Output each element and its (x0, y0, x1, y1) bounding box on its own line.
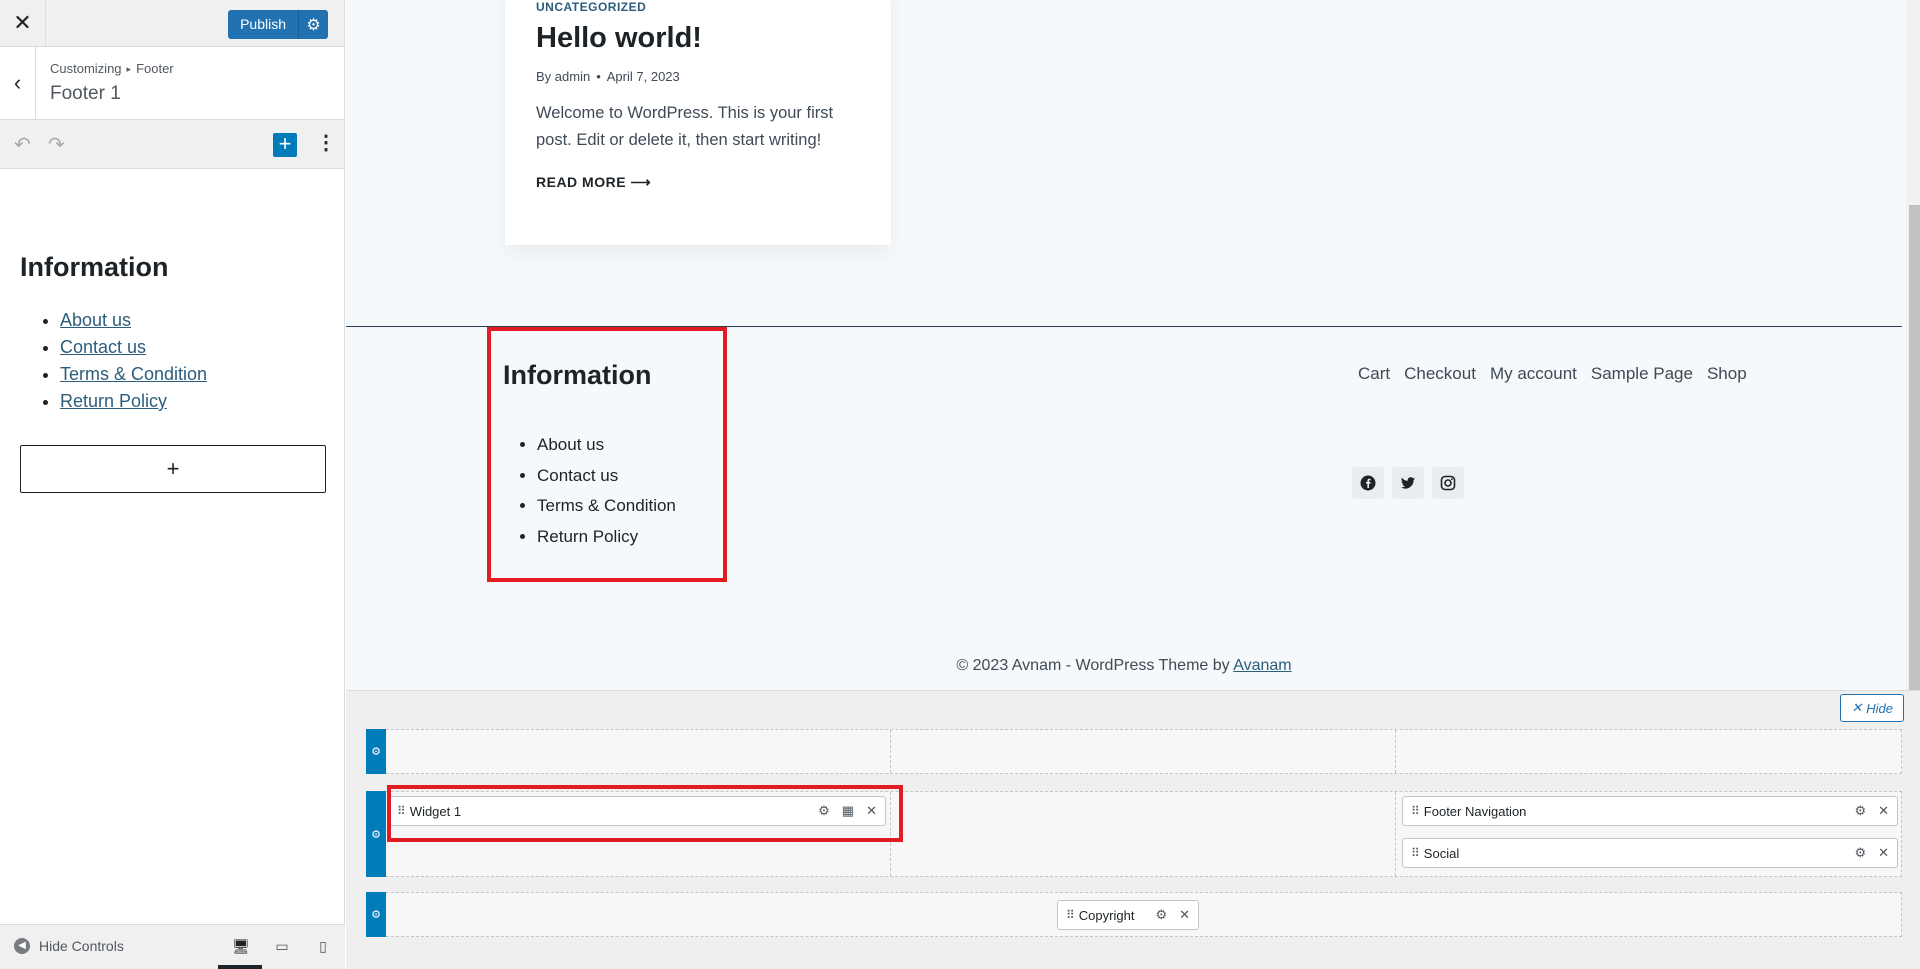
post-category[interactable]: UNCATEGORIZED (536, 0, 860, 14)
builder-item-label: Social (1423, 845, 1460, 861)
breadcrumb-separator: ▸ (126, 64, 132, 74)
instagram-icon[interactable] (1432, 467, 1464, 499)
widget-link[interactable]: Terms & Condition (60, 364, 207, 384)
list-item[interactable]: Return Policy (60, 388, 324, 415)
footer-copyright: © 2023 Avnam - WordPress Theme by Avanam (346, 657, 1902, 675)
close-icon[interactable]: ✕ (0, 0, 46, 46)
footer-nav-item[interactable]: Cart (1358, 364, 1390, 384)
widget-link[interactable]: Return Policy (60, 391, 167, 411)
row-settings-gear-icon[interactable]: ⚙ (366, 791, 386, 877)
breadcrumb-section: Footer (136, 61, 174, 76)
builder-item-label: Footer Navigation (1423, 803, 1527, 819)
builder-column[interactable] (891, 792, 1396, 876)
gear-icon[interactable]: ⚙ (298, 10, 328, 39)
mobile-icon[interactable]: ▯ (313, 936, 333, 956)
close-icon[interactable]: ✕ (1878, 803, 1889, 819)
hide-controls-label: Hide Controls (39, 938, 124, 954)
close-icon[interactable]: ✕ (1878, 845, 1889, 861)
list-item[interactable]: About us (60, 307, 324, 334)
close-icon[interactable]: ✕ (1179, 907, 1190, 923)
hide-controls-button[interactable]: ◀ Hide Controls (14, 938, 124, 954)
footer-widget-list: About us Contact us Terms & Condition Re… (537, 430, 676, 552)
builder-row-top: ⚙ (366, 729, 1902, 774)
site-preview: UNCATEGORIZED Hello world! By admin • Apri… (346, 0, 1920, 690)
sidebar-footer: ◀ Hide Controls 🖥 ▭ ▯ (0, 924, 345, 969)
breadcrumb: Customizing ▸ Footer (50, 61, 174, 76)
copyright-link[interactable]: Avanam (1233, 657, 1291, 674)
collapse-icon: ◀ (14, 938, 30, 954)
footer-navigation: Cart Checkout My account Sample Page Sho… (1358, 364, 1747, 384)
footer-nav-item[interactable]: Checkout (1404, 364, 1476, 384)
builder-item-label: Copyright (1078, 907, 1135, 923)
widget-link[interactable]: About us (60, 310, 131, 330)
customizer-sidebar: ✕ Publish ⚙ ‹ Customizing ▸ Footer Footer … (0, 0, 345, 969)
close-icon: ✕ (1851, 700, 1863, 715)
desktop-icon[interactable]: 🖥 (231, 936, 251, 956)
row-settings-gear-icon[interactable]: ⚙ (366, 729, 386, 774)
gear-icon[interactable]: ⚙ (1155, 907, 1167, 923)
list-item[interactable]: Terms & Condition (60, 361, 324, 388)
footer-social (1352, 467, 1464, 499)
panel-title: Footer 1 (50, 83, 121, 104)
publish-button[interactable]: Publish (228, 10, 298, 39)
post-date[interactable]: April 7, 2023 (607, 69, 680, 84)
post-meta: By admin • April 7, 2023 (536, 69, 860, 84)
list-item[interactable]: Contact us (60, 334, 324, 361)
hide-builder-button[interactable]: ✕ Hide (1840, 694, 1904, 722)
footer-widget-heading: Information (503, 360, 652, 390)
read-more-link[interactable]: READ MORE ⟶ (536, 174, 860, 191)
undo-icon[interactable]: ↶ (14, 132, 31, 157)
footer-nav-item[interactable]: Shop (1707, 364, 1747, 384)
post-card: UNCATEGORIZED Hello world! By admin • Apri… (505, 0, 891, 245)
list-item[interactable]: Terms & Condition (537, 491, 676, 522)
gear-icon[interactable]: ⚙ (1854, 803, 1866, 819)
scrollbar-thumb[interactable] (1906, 205, 1920, 690)
hide-builder-label: Hide (1866, 700, 1893, 716)
chevron-left-icon[interactable]: ‹ (0, 47, 36, 119)
widget-list: About us Contact us Terms & Condition Re… (20, 307, 324, 415)
breadcrumb-root: Customizing (50, 61, 122, 76)
tablet-icon[interactable]: ▭ (272, 936, 292, 956)
post-excerpt: Welcome to WordPress. This is your first… (536, 104, 834, 149)
widget-link[interactable]: Contact us (60, 337, 146, 357)
gear-icon[interactable]: ⚙ (1854, 845, 1866, 861)
panel-header: ‹ Customizing ▸ Footer Footer 1 (0, 47, 344, 120)
builder-column[interactable] (386, 730, 891, 773)
active-device-indicator (218, 965, 262, 969)
footer-navigation-item[interactable]: ⠿ Footer Navigation ⚙ ✕ (1402, 796, 1898, 826)
post-title[interactable]: Hello world! (536, 22, 860, 55)
sidebar-header: ✕ Publish ⚙ (0, 0, 344, 47)
copyright-item[interactable]: ⠿ Copyright ⚙ ✕ (1057, 900, 1199, 930)
drag-handle-icon[interactable]: ⠿ (1411, 846, 1420, 860)
list-item[interactable]: Contact us (537, 461, 676, 492)
post-author[interactable]: By admin (536, 69, 590, 84)
facebook-icon[interactable] (1352, 467, 1384, 499)
drag-handle-icon[interactable]: ⠿ (1411, 804, 1420, 818)
meta-separator: • (596, 69, 601, 84)
builder-column[interactable] (891, 730, 1396, 773)
add-block-appender[interactable]: + (20, 445, 326, 493)
list-item[interactable]: Return Policy (537, 522, 676, 553)
add-block-button[interactable]: + (273, 133, 297, 157)
twitter-icon[interactable] (1392, 467, 1424, 499)
widget-editor: Information About us Contact us Terms & … (0, 252, 344, 493)
row-settings-gear-icon[interactable]: ⚙ (366, 892, 386, 937)
widget-heading[interactable]: Information (20, 252, 324, 283)
footer-nav-item[interactable]: My account (1490, 364, 1577, 384)
list-item[interactable]: About us (537, 430, 676, 461)
selected-builder-item-highlight (387, 785, 903, 842)
social-item[interactable]: ⠿ Social ⚙ ✕ (1402, 838, 1898, 868)
block-toolbar: ↶ ↷ + ⋮ (0, 120, 344, 169)
footer-nav-item[interactable]: Sample Page (1591, 364, 1693, 384)
builder-row-bottom: ⚙ ⠿ Copyright ⚙ ✕ (366, 892, 1902, 937)
more-options-icon[interactable]: ⋮ (316, 130, 336, 155)
publish-group: Publish ⚙ (228, 10, 328, 39)
drag-handle-icon[interactable]: ⠿ (1066, 908, 1075, 922)
copyright-text: © 2023 Avnam - WordPress Theme by (956, 657, 1234, 674)
redo-icon[interactable]: ↷ (48, 132, 65, 157)
